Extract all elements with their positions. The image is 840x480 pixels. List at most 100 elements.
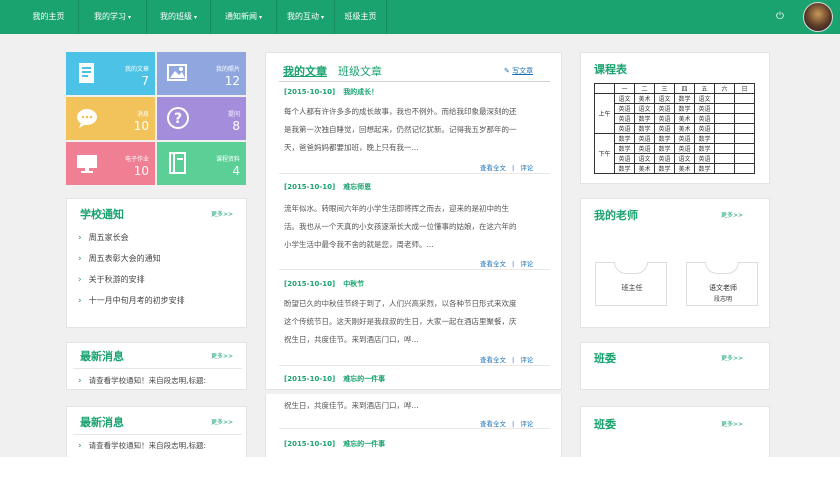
article-title: 我的成长！ xyxy=(343,88,379,96)
table-cell xyxy=(714,133,735,144)
comment-link[interactable]: 评论 xyxy=(520,260,533,268)
tab-class-articles[interactable]: 班级文章 xyxy=(338,63,382,79)
table-cell: 英语 xyxy=(614,103,635,114)
table-cell: 英语 xyxy=(614,123,635,134)
nav-item-my-study[interactable]: 我的学习 ▾ xyxy=(79,0,147,34)
bottom-strip xyxy=(0,457,840,480)
article-heading[interactable]: [2015-10-10] 中秋节 xyxy=(284,279,364,289)
teacher-card[interactable]: 班主任 xyxy=(595,262,667,306)
read-more-link[interactable]: 查看全文 xyxy=(480,260,506,268)
nav-item-home[interactable]: 我的主页 xyxy=(19,0,79,34)
table-cell: 英语 xyxy=(674,143,695,154)
divider xyxy=(73,434,242,435)
divider xyxy=(279,269,550,270)
table-row: 上午 语文 美术 语文 数学 语文 xyxy=(594,93,755,134)
article-date: [2015-10-10] xyxy=(284,375,336,383)
article-body: 每个人都有许许多多的成长故事，我也不例外。而给我印象最深刻的还 是我第一次独自睡… xyxy=(284,103,546,157)
article-line: 盼望已久的中秋佳节终于到了，人们兴高采烈，以各种节日形式来欢度 xyxy=(284,299,517,308)
list-item[interactable]: › 周五家长会 xyxy=(78,232,129,243)
article-heading[interactable]: [2015-10-10] 难忘的一件事 xyxy=(284,439,385,449)
list-item[interactable]: › 十一月中旬月考的初步安排 xyxy=(78,295,185,306)
article-line: 流年似水。转眼间六年的小学生活即将挥之而去，迎来的是初中的生 xyxy=(284,204,509,213)
article-date: [2015-10-10] xyxy=(284,440,336,448)
read-more-link[interactable]: 查看全文 xyxy=(480,420,506,428)
nav-item-label: 班级主页 xyxy=(344,12,377,21)
article-title: 难忘的一件事 xyxy=(343,440,386,448)
list-item[interactable]: › 请查看学校通知！来自段志明,标题: xyxy=(78,375,206,386)
svg-text:?: ? xyxy=(174,111,182,127)
table-cell: 英语 xyxy=(654,123,675,134)
tab-my-articles[interactable]: 我的文章 xyxy=(283,63,327,79)
article-date: [2015-10-10] xyxy=(284,280,336,288)
table-cell: 英语 xyxy=(694,113,715,124)
list-item[interactable]: › 关于秋游的安排 xyxy=(78,274,145,285)
nav-item-news[interactable]: 通知新闻 ▾ xyxy=(211,0,277,34)
tile-course-materials[interactable]: 课程资料 4 xyxy=(157,142,246,185)
list-item[interactable]: › 周五表彰大会的通知 xyxy=(78,253,161,264)
teacher-name: 段志明 xyxy=(713,296,732,303)
table-cell xyxy=(734,153,755,164)
article-actions: 查看全文 | 评论 xyxy=(480,356,534,364)
tile-homework[interactable]: 电子作业 10 xyxy=(66,142,155,185)
tile-my-articles[interactable]: 我的文章 7 xyxy=(66,52,155,95)
table-cell: 美术 xyxy=(674,163,695,174)
table-cell xyxy=(714,143,735,154)
table-cell: 数学 xyxy=(654,143,675,154)
article-heading[interactable]: [2015-10-10] 难忘师恩 xyxy=(284,182,371,192)
latest-news-more-link[interactable]: 更多>> xyxy=(211,417,233,426)
tile-questions[interactable]: ? 提问 8 xyxy=(157,97,246,140)
school-notice-more-link[interactable]: 更多>> xyxy=(211,209,233,218)
caret-down-icon: ▾ xyxy=(127,14,131,21)
table-cell xyxy=(714,163,735,174)
read-more-link[interactable]: 查看全文 xyxy=(480,356,506,364)
teachers-more-link[interactable]: 更多>> xyxy=(721,210,743,219)
table-cell: 英语 xyxy=(634,133,655,144)
table-cell: 语文 xyxy=(634,153,655,164)
nav-item-interaction[interactable]: 我的互动 ▾ xyxy=(277,0,335,34)
comment-link[interactable]: 评论 xyxy=(520,356,533,364)
table-cell xyxy=(594,83,615,94)
table-row: 数学 英语 数学 英语 数学 xyxy=(595,143,755,154)
class-committee-more-link[interactable]: 更多>> xyxy=(721,353,743,362)
class-committee-more-link[interactable]: 更多>> xyxy=(721,419,743,428)
write-article-button[interactable]: ✎ 写文章 xyxy=(504,66,533,76)
table-cell: 数学 xyxy=(654,163,675,174)
nav-item-my-class[interactable]: 我的班级 ▾ xyxy=(147,0,211,34)
teacher-card[interactable]: 语文老师 段志明 xyxy=(686,262,758,306)
avatar[interactable] xyxy=(803,2,833,32)
teacher-card-notch xyxy=(705,262,739,274)
table-cell: 美术 xyxy=(674,113,695,124)
table-cell xyxy=(714,153,735,164)
chevron-right-icon: › xyxy=(78,233,82,243)
schedule-header-row: 一 二 三 四 五 六 日 xyxy=(594,83,755,94)
divider xyxy=(279,365,550,366)
nav-item-class-home[interactable]: 班级主页 xyxy=(335,0,387,34)
power-icon[interactable]: ⏻ xyxy=(774,11,786,23)
article-heading[interactable]: [2015-10-10] 难忘的一件事 xyxy=(284,374,385,384)
read-more-link[interactable]: 查看全文 xyxy=(480,164,506,172)
book-icon xyxy=(169,152,186,174)
latest-news-card-2: 最新消息 更多>> › 请查看学校通知！来自段志明,标题: xyxy=(66,406,247,457)
table-cell: 英语 xyxy=(694,123,715,134)
article-heading[interactable]: [2015-10-10] 我的成长！ xyxy=(284,87,378,97)
latest-news-more-link[interactable]: 更多>> xyxy=(211,351,233,360)
table-cell: 数学 xyxy=(614,133,635,144)
table-cell: 美术 xyxy=(634,93,655,104)
tile-messages[interactable]: 消息 10 xyxy=(66,97,155,140)
table-cell: 数学 xyxy=(694,163,715,174)
latest-news-title: 最新消息 xyxy=(80,416,124,429)
list-item[interactable]: › 请查看学校通知！来自段志明,标题: xyxy=(78,440,206,451)
latest-news-title: 最新消息 xyxy=(80,350,124,363)
caret-down-icon: ▾ xyxy=(320,14,324,21)
schedule-card: 课程表 一 二 三 四 五 六 日 上午 语文 美术 语文 数学 语文 英语 语文 英语 数学… xyxy=(580,52,770,184)
tile-label: 电子作业 xyxy=(124,156,149,163)
comment-link[interactable]: 评论 xyxy=(520,420,533,428)
list-item-text: 周五家长会 xyxy=(88,233,129,242)
tile-my-photos[interactable]: 我的照片 12 xyxy=(157,52,246,95)
teachers-title: 我的老师 xyxy=(594,209,638,222)
comment-link[interactable]: 评论 xyxy=(520,164,533,172)
teacher-role: 班主任 xyxy=(621,284,643,292)
divider xyxy=(279,173,550,174)
table-row: 英语 数学 英语 美术 英语 xyxy=(595,123,755,134)
table-cell: 英语 xyxy=(614,113,635,124)
